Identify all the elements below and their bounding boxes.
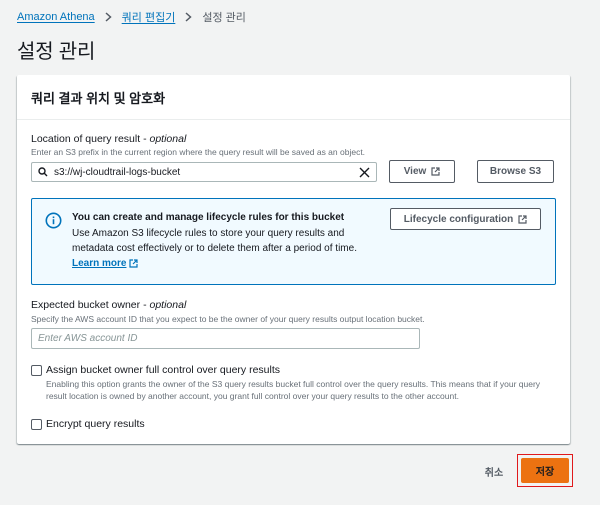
clear-icon[interactable]: [359, 167, 370, 178]
full-control-label[interactable]: Assign bucket owner full control over qu…: [46, 364, 280, 376]
query-result-description: Enter an S3 prefix in the current region…: [31, 147, 366, 157]
query-result-label: Location of query result - optional: [31, 133, 187, 145]
page-title: 설정 관리: [17, 41, 96, 63]
bucket-owner-description: Specify the AWS account ID that you expe…: [31, 314, 425, 324]
s3-location-value: s3://wj-cloudtrail-logs-bucket: [54, 166, 181, 178]
s3-location-input[interactable]: s3://wj-cloudtrail-logs-bucket: [31, 162, 377, 182]
cancel-button[interactable]: 취소: [478, 461, 510, 481]
optional-tag: optional: [149, 133, 187, 145]
breadcrumb: Amazon Athena 쿼리 편집기 설정 관리: [17, 9, 246, 25]
lifecycle-configuration-button[interactable]: Lifecycle configuration: [390, 208, 541, 230]
save-button[interactable]: 저장: [521, 458, 569, 483]
external-link-icon: [513, 214, 527, 224]
breadcrumb-current: 설정 관리: [202, 12, 246, 24]
breadcrumb-link-athena[interactable]: Amazon Athena: [17, 11, 95, 23]
encrypt-checkbox[interactable]: [31, 419, 42, 430]
search-icon: [38, 167, 48, 177]
info-icon: [45, 212, 62, 229]
save-highlight: 저장: [517, 454, 573, 487]
external-link-icon: [426, 167, 440, 176]
browse-s3-button[interactable]: Browse S3: [477, 160, 554, 183]
chevron-right-icon: [105, 12, 112, 22]
full-control-description: Enabling this option grants the owner of…: [46, 379, 541, 401]
aws-account-id-placeholder: Enter AWS account ID: [38, 333, 138, 344]
settings-panel: 쿼리 결과 위치 및 암호화 Location of query result …: [17, 75, 570, 444]
full-control-checkbox[interactable]: [31, 365, 42, 376]
panel-title: 쿼리 결과 위치 및 암호화: [31, 91, 166, 106]
encrypt-label[interactable]: Encrypt query results: [46, 418, 145, 430]
breadcrumb-link-query-editor[interactable]: 쿼리 편집기: [122, 9, 176, 25]
external-link-icon: [126, 259, 139, 268]
bucket-owner-label: Expected bucket owner - optional: [31, 299, 187, 311]
info-title: You can create and manage lifecycle rule…: [72, 212, 345, 223]
view-button[interactable]: View: [389, 160, 455, 183]
info-body: Use Amazon S3 lifecycle rules to store y…: [72, 228, 357, 254]
optional-tag: optional: [149, 299, 187, 311]
lifecycle-info-alert: You can create and manage lifecycle rule…: [31, 198, 556, 285]
learn-more-link[interactable]: Learn more: [72, 258, 139, 269]
chevron-right-icon: [185, 12, 192, 22]
panel-header: 쿼리 결과 위치 및 암호화: [17, 75, 570, 120]
aws-account-id-input[interactable]: Enter AWS account ID: [31, 328, 420, 349]
